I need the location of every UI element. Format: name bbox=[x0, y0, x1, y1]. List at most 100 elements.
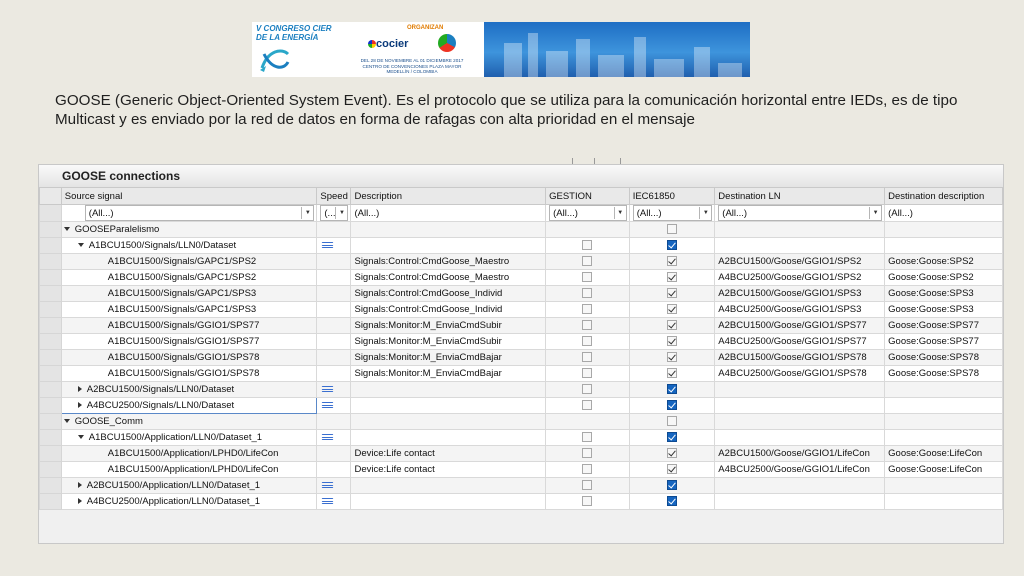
cell-gestion[interactable] bbox=[545, 221, 630, 238]
collapse-arrow-icon[interactable] bbox=[77, 435, 84, 440]
cell-iec61850[interactable] bbox=[628, 237, 716, 254]
iec61850-checkbox-checked[interactable] bbox=[667, 400, 677, 411]
cell-description[interactable] bbox=[350, 429, 547, 446]
cell-iec61850[interactable] bbox=[628, 381, 716, 398]
cell-source-signal[interactable]: A1BCU1500/Signals/GGIO1/SPS78 bbox=[60, 349, 318, 366]
cell-destination-ln[interactable] bbox=[714, 413, 886, 430]
cell-destination-description[interactable]: Goose:Goose:SPS77 bbox=[884, 317, 1003, 334]
iec61850-checkbox-checked[interactable] bbox=[667, 240, 677, 251]
collapse-arrow-icon[interactable] bbox=[63, 227, 70, 232]
iec61850-checkbox-checked[interactable] bbox=[667, 272, 677, 283]
cell-destination-ln[interactable] bbox=[714, 397, 886, 414]
iec61850-checkbox-checked[interactable] bbox=[667, 368, 677, 379]
column-header-source[interactable]: Source signal bbox=[60, 187, 318, 205]
gestion-checkbox[interactable] bbox=[582, 480, 593, 491]
gestion-checkbox[interactable] bbox=[582, 272, 593, 283]
cell-iec61850[interactable] bbox=[628, 301, 716, 318]
gestion-checkbox[interactable] bbox=[582, 368, 593, 379]
cell-speed[interactable] bbox=[316, 413, 352, 430]
cell-destination-ln[interactable] bbox=[714, 221, 886, 238]
cell-speed[interactable] bbox=[316, 333, 352, 350]
gestion-checkbox[interactable] bbox=[582, 448, 593, 459]
cell-speed[interactable] bbox=[316, 237, 352, 254]
table-row[interactable]: A1BCU1500/Signals/GGIO1/SPS78 Signals:Mon… bbox=[39, 349, 1003, 366]
cell-description[interactable] bbox=[350, 397, 547, 414]
cell-speed[interactable] bbox=[316, 461, 352, 478]
cell-destination-ln[interactable]: A4BCU2500/Goose/GGIO1/SPS2 bbox=[714, 269, 886, 286]
cell-iec61850[interactable] bbox=[628, 413, 716, 430]
cell-destination-description[interactable] bbox=[884, 237, 1003, 254]
cell-destination-ln[interactable]: A4BCU2500/Goose/GGIO1/SPS77 bbox=[714, 333, 886, 350]
cell-description[interactable] bbox=[350, 237, 547, 254]
cell-iec61850[interactable] bbox=[628, 349, 716, 366]
cell-gestion[interactable] bbox=[545, 253, 630, 270]
cell-gestion[interactable] bbox=[545, 493, 630, 510]
cell-destination-ln[interactable]: A4BCU2500/Goose/GGIO1/LifeCon bbox=[714, 461, 886, 478]
cell-destination-ln[interactable]: A2BCU1500/Goose/GGIO1/LifeCon bbox=[714, 445, 886, 462]
iec61850-checkbox-checked[interactable] bbox=[667, 464, 677, 475]
cell-gestion[interactable] bbox=[545, 413, 630, 430]
cell-source-signal[interactable]: A4BCU2500/Application/LLN0/Dataset_1 bbox=[60, 493, 318, 510]
gestion-checkbox[interactable] bbox=[582, 288, 593, 299]
cell-source-signal[interactable]: GOOSEParalelismo bbox=[60, 221, 318, 238]
gestion-checkbox[interactable] bbox=[582, 352, 593, 363]
cell-destination-description[interactable] bbox=[884, 429, 1003, 446]
dataset-row[interactable]: A4BCU2500/Application/LLN0/Dataset_1 bbox=[39, 493, 1003, 510]
cell-speed[interactable] bbox=[316, 349, 352, 366]
cell-description[interactable]: Signals:Monitor:M_EnviaCmdBajar bbox=[350, 349, 547, 366]
cell-iec61850[interactable] bbox=[628, 365, 716, 382]
cell-source-signal[interactable]: A1BCU1500/Signals/GAPC1/SPS3 bbox=[60, 285, 318, 302]
filter-source[interactable]: (All...) ▼ bbox=[60, 204, 318, 222]
gestion-checkbox[interactable] bbox=[582, 384, 593, 395]
table-row[interactable]: A1BCU1500/Signals/GAPC1/SPS3 Signals:Cont… bbox=[39, 285, 1003, 302]
cell-destination-ln[interactable]: A2BCU1500/Goose/GGIO1/SPS77 bbox=[714, 317, 886, 334]
table-row[interactable]: A1BCU1500/Application/LPHD0/LifeCon Devic… bbox=[39, 445, 1003, 462]
column-header-destination-ln[interactable]: Destination LN bbox=[714, 187, 886, 205]
cell-source-signal[interactable]: A1BCU1500/Application/LPHD0/LifeCon bbox=[60, 461, 318, 478]
cell-description[interactable]: Signals:Monitor:M_EnviaCmdSubir bbox=[350, 317, 547, 334]
cell-gestion[interactable] bbox=[545, 477, 630, 494]
cell-speed[interactable] bbox=[316, 477, 352, 494]
column-header-destination-description[interactable]: Destination description bbox=[884, 187, 1003, 205]
cell-speed[interactable] bbox=[316, 493, 352, 510]
dataset-row[interactable]: A1BCU1500/Signals/LLN0/Dataset bbox=[39, 237, 1003, 254]
filter-iec61850[interactable]: (All...) ▼ bbox=[628, 204, 716, 222]
filter-description[interactable]: (All...) bbox=[350, 204, 547, 222]
table-row[interactable]: A1BCU1500/Signals/GGIO1/SPS77 Signals:Mon… bbox=[39, 317, 1003, 334]
cell-gestion[interactable] bbox=[545, 269, 630, 286]
gestion-checkbox[interactable] bbox=[582, 304, 593, 315]
cell-iec61850[interactable] bbox=[628, 493, 716, 510]
gestion-checkbox[interactable] bbox=[582, 496, 593, 507]
cell-description[interactable]: Signals:Control:CmdGoose_Maestro bbox=[350, 253, 547, 270]
cell-source-signal[interactable]: A1BCU1500/Signals/GAPC1/SPS2 bbox=[60, 253, 318, 270]
cell-description[interactable] bbox=[350, 381, 547, 398]
iec61850-checkbox-checked[interactable] bbox=[667, 256, 677, 267]
cell-iec61850[interactable] bbox=[628, 397, 716, 414]
cell-gestion[interactable] bbox=[545, 301, 630, 318]
iec61850-checkbox[interactable] bbox=[667, 416, 677, 427]
iec61850-checkbox-checked[interactable] bbox=[667, 304, 677, 315]
cell-destination-description[interactable]: Goose:Goose:SPS78 bbox=[884, 349, 1003, 366]
dataset-row[interactable]: A2BCU1500/Application/LLN0/Dataset_1 bbox=[39, 477, 1003, 494]
iec61850-checkbox-checked[interactable] bbox=[667, 352, 677, 363]
cell-description[interactable] bbox=[350, 413, 547, 430]
cell-iec61850[interactable] bbox=[628, 253, 716, 270]
iec61850-checkbox-checked[interactable] bbox=[667, 448, 677, 459]
cell-gestion[interactable] bbox=[545, 381, 630, 398]
expand-arrow-icon[interactable] bbox=[77, 402, 82, 409]
cell-source-signal[interactable]: A2BCU1500/Signals/LLN0/Dataset bbox=[60, 381, 318, 398]
cell-source-signal[interactable]: A1BCU1500/Signals/GGIO1/SPS77 bbox=[60, 333, 318, 350]
chevron-down-icon[interactable]: ▼ bbox=[301, 207, 313, 219]
cell-iec61850[interactable] bbox=[628, 445, 716, 462]
cell-gestion[interactable] bbox=[545, 365, 630, 382]
cell-iec61850[interactable] bbox=[628, 285, 716, 302]
cell-destination-ln[interactable]: A2BCU1500/Goose/GGIO1/SPS78 bbox=[714, 349, 886, 366]
cell-destination-description[interactable]: Goose:Goose:SPS78 bbox=[884, 365, 1003, 382]
table-row[interactable]: A1BCU1500/Signals/GAPC1/SPS2 Signals:Cont… bbox=[39, 253, 1003, 270]
cell-description[interactable]: Signals:Control:CmdGoose_Individ bbox=[350, 285, 547, 302]
cell-gestion[interactable] bbox=[545, 445, 630, 462]
cell-iec61850[interactable] bbox=[628, 317, 716, 334]
cell-destination-ln[interactable] bbox=[714, 477, 886, 494]
cell-destination-ln[interactable] bbox=[714, 493, 886, 510]
chevron-down-icon[interactable]: ▼ bbox=[869, 207, 881, 219]
